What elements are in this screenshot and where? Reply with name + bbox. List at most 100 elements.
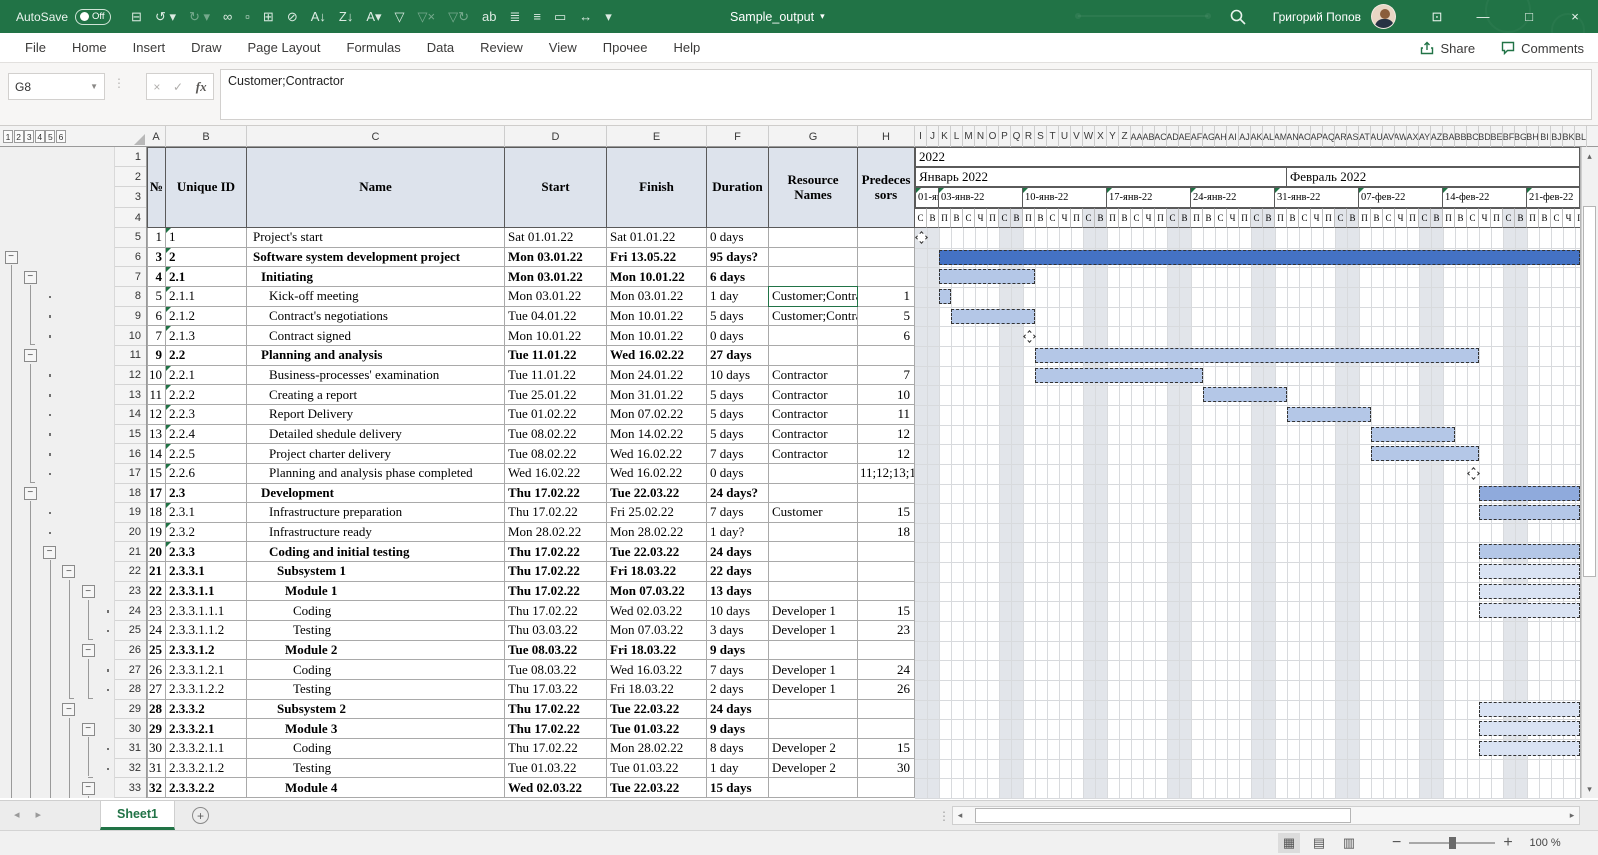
cell-G7[interactable] bbox=[769, 267, 858, 287]
row-header-29[interactable]: 29 bbox=[115, 700, 146, 720]
cell-H28[interactable]: 26 bbox=[858, 680, 915, 700]
column-header-AQ[interactable]: AQ bbox=[1323, 126, 1335, 147]
gantt-day-cell-30[interactable]: П bbox=[1275, 208, 1287, 228]
zoom-out-icon[interactable]: − bbox=[1392, 834, 1401, 852]
cell-C25[interactable]: Testing bbox=[247, 621, 505, 641]
cell-A6[interactable]: 3 bbox=[147, 248, 166, 268]
column-header-U[interactable]: U bbox=[1059, 126, 1071, 147]
cell-F19[interactable]: 7 days bbox=[707, 503, 769, 523]
gantt-bar-row30[interactable] bbox=[1479, 721, 1580, 736]
column-header-AT[interactable]: AT bbox=[1359, 126, 1371, 147]
column-header-V[interactable]: V bbox=[1071, 126, 1083, 147]
phonetic-guide-icon[interactable]: ab bbox=[482, 10, 496, 23]
row-header-11[interactable]: 11 bbox=[115, 346, 146, 366]
cell-G5[interactable] bbox=[769, 228, 858, 248]
cell-A12[interactable]: 10 bbox=[147, 366, 166, 386]
column-header-N[interactable]: N bbox=[975, 126, 987, 147]
align-left-icon[interactable]: ≡ bbox=[533, 10, 541, 23]
column-header-BD[interactable]: BD bbox=[1479, 126, 1491, 147]
cell-D7[interactable]: Mon 03.01.22 bbox=[505, 267, 607, 287]
cell-F12[interactable]: 10 days bbox=[707, 366, 769, 386]
gantt-day-cell-34[interactable]: П bbox=[1323, 208, 1335, 228]
enter-icon[interactable]: ✓ bbox=[173, 80, 183, 94]
column-header-Y[interactable]: Y bbox=[1107, 126, 1119, 147]
cell-C33[interactable]: Module 4 bbox=[247, 778, 505, 798]
reapply-filter-icon[interactable]: ▽↻ bbox=[448, 10, 469, 23]
cell-B23[interactable]: 2.3.3.1.1 bbox=[166, 582, 247, 602]
column-header-AP[interactable]: AP bbox=[1311, 126, 1323, 147]
gantt-week-cell-4[interactable]: 24-янв-22 bbox=[1191, 187, 1275, 208]
cell-D5[interactable]: Sat 01.01.22 bbox=[505, 228, 607, 248]
column-header-AG[interactable]: AG bbox=[1203, 126, 1215, 147]
cell-D27[interactable]: Tue 08.03.22 bbox=[505, 660, 607, 680]
cell-H20[interactable]: 18 bbox=[858, 523, 915, 543]
cell-C28[interactable]: Testing bbox=[247, 680, 505, 700]
cell-D25[interactable]: Thu 03.03.22 bbox=[505, 621, 607, 641]
row-header-27[interactable]: 27 bbox=[115, 660, 146, 680]
all-borders-icon[interactable]: ⊞ bbox=[263, 10, 274, 23]
cell-E32[interactable]: Tue 01.03.22 bbox=[607, 759, 707, 779]
cell-C18[interactable]: Development bbox=[247, 484, 505, 504]
cancel-icon[interactable]: × bbox=[153, 80, 160, 94]
column-header-R[interactable]: R bbox=[1023, 126, 1035, 147]
cell-E14[interactable]: Mon 07.02.22 bbox=[607, 405, 707, 425]
outline-level-button-5[interactable]: 5 bbox=[45, 130, 55, 143]
outline-collapse-button-row29[interactable]: − bbox=[62, 703, 75, 716]
row-header-3[interactable]: 3 bbox=[115, 187, 146, 208]
cell-G14[interactable]: Contractor bbox=[769, 405, 858, 425]
gantt-day-cell-13[interactable]: П bbox=[1071, 208, 1083, 228]
row-header-2[interactable]: 2 bbox=[115, 167, 146, 187]
column-header-C[interactable]: C bbox=[247, 126, 505, 147]
cell-C21[interactable]: Coding and initial testing bbox=[247, 542, 505, 562]
column-header-AX[interactable]: AX bbox=[1407, 126, 1419, 147]
cell-D14[interactable]: Tue 01.02.22 bbox=[505, 405, 607, 425]
gantt-day-cell-31[interactable]: В bbox=[1287, 208, 1299, 228]
cell-A31[interactable]: 30 bbox=[147, 739, 166, 759]
table-header-cell-no[interactable]: № bbox=[147, 147, 166, 228]
row-header-25[interactable]: 25 bbox=[115, 621, 146, 641]
cell-E33[interactable]: Tue 22.03.22 bbox=[607, 778, 707, 798]
column-header-AU[interactable]: AU bbox=[1371, 126, 1383, 147]
cell-E28[interactable]: Fri 18.03.22 bbox=[607, 680, 707, 700]
cell-A23[interactable]: 22 bbox=[147, 582, 166, 602]
cell-E20[interactable]: Mon 28.02.22 bbox=[607, 523, 707, 543]
row-header-8[interactable]: 8 bbox=[115, 287, 146, 307]
cell-F10[interactable]: 0 days bbox=[707, 326, 769, 346]
gantt-day-cell-16[interactable]: П bbox=[1107, 208, 1119, 228]
cell-H24[interactable]: 15 bbox=[858, 601, 915, 621]
column-header-AC[interactable]: AC bbox=[1155, 126, 1167, 147]
cell-D22[interactable]: Thu 17.02.22 bbox=[505, 562, 607, 582]
minimize-button[interactable]: — bbox=[1460, 0, 1506, 33]
autosave-toggle[interactable]: AutoSave Off bbox=[16, 9, 111, 25]
gantt-week-cell-5[interactable]: 31-янв-22 bbox=[1275, 187, 1359, 208]
gantt-week-cell-1[interactable]: 03-янв-22 bbox=[939, 187, 1023, 208]
gantt-day-cell-53[interactable]: С bbox=[1551, 208, 1563, 228]
cell-A13[interactable]: 11 bbox=[147, 385, 166, 405]
link-cells-icon[interactable]: ∞ bbox=[223, 10, 232, 23]
save-icon[interactable]: ⊟ bbox=[131, 10, 142, 23]
outline-level-button-2[interactable]: 2 bbox=[14, 130, 24, 143]
cell-C7[interactable]: Initiating bbox=[247, 267, 505, 287]
user-name[interactable]: Григорий Попов bbox=[1273, 10, 1361, 24]
cell-A22[interactable]: 21 bbox=[147, 562, 166, 582]
cell-D19[interactable]: Thu 17.02.22 bbox=[505, 503, 607, 523]
cell-A8[interactable]: 5 bbox=[147, 287, 166, 307]
cell-H14[interactable]: 11 bbox=[858, 405, 915, 425]
cell-D16[interactable]: Tue 08.02.22 bbox=[505, 444, 607, 464]
gantt-day-cell-19[interactable]: Ч bbox=[1143, 208, 1155, 228]
column-header-AO[interactable]: AO bbox=[1299, 126, 1311, 147]
cell-E25[interactable]: Mon 07.03.22 bbox=[607, 621, 707, 641]
cell-F17[interactable]: 0 days bbox=[707, 464, 769, 484]
gantt-year-cell[interactable]: 2022 bbox=[915, 147, 1580, 167]
outline-collapse-button-row33[interactable]: − bbox=[82, 782, 95, 795]
cell-A21[interactable]: 20 bbox=[147, 542, 166, 562]
cell-H16[interactable]: 12 bbox=[858, 444, 915, 464]
column-header-AY[interactable]: AY bbox=[1419, 126, 1431, 147]
gantt-bar-row24[interactable] bbox=[1479, 603, 1580, 618]
cell-C30[interactable]: Module 3 bbox=[247, 719, 505, 739]
gantt-day-cell-40[interactable]: Ч bbox=[1395, 208, 1407, 228]
gantt-day-cell-47[interactable]: Ч bbox=[1479, 208, 1491, 228]
cell-G11[interactable] bbox=[769, 346, 858, 366]
cell-H12[interactable]: 7 bbox=[858, 366, 915, 386]
cell-C24[interactable]: Coding bbox=[247, 601, 505, 621]
